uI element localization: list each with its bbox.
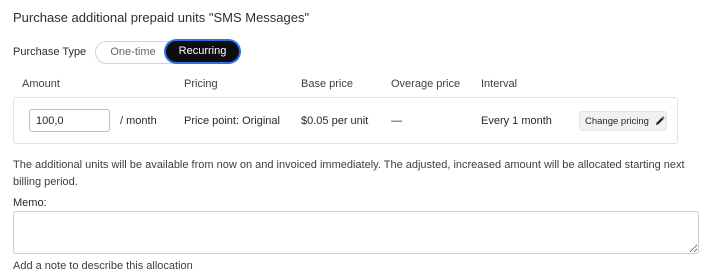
purchase-type-recurring[interactable]: Recurring bbox=[166, 41, 239, 62]
overage-price-value: — bbox=[391, 115, 402, 127]
memo-field[interactable] bbox=[13, 211, 699, 254]
pencil-icon bbox=[655, 116, 665, 125]
purchase-type-label: Purchase Type bbox=[13, 46, 87, 58]
purchase-type-one-time[interactable]: One-time bbox=[102, 42, 164, 63]
amount-unit-label: / month bbox=[120, 115, 157, 127]
memo-label: Memo: bbox=[13, 197, 47, 209]
base-price-value: $0.05 per unit bbox=[301, 115, 369, 127]
page-title: Purchase additional prepaid units "SMS M… bbox=[13, 10, 310, 25]
column-header-base-price: Base price bbox=[301, 78, 353, 90]
purchase-type-toggle: One-time Recurring bbox=[95, 41, 240, 64]
pricing-value: Price point: Original bbox=[184, 115, 280, 127]
change-pricing-button[interactable]: Change pricing bbox=[579, 111, 667, 131]
column-header-pricing: Pricing bbox=[184, 78, 218, 90]
memo-help-text: Add a note to describe this allocation bbox=[13, 260, 193, 272]
amount-input[interactable] bbox=[29, 109, 110, 132]
column-header-interval: Interval bbox=[481, 78, 518, 90]
column-header-amount: Amount bbox=[22, 78, 60, 90]
change-pricing-label: Change pricing bbox=[585, 115, 649, 127]
column-header-overage-price: Overage price bbox=[391, 78, 461, 90]
interval-value: Every 1 month bbox=[481, 115, 552, 127]
allocation-info-text: The additional units will be available f… bbox=[13, 159, 685, 188]
